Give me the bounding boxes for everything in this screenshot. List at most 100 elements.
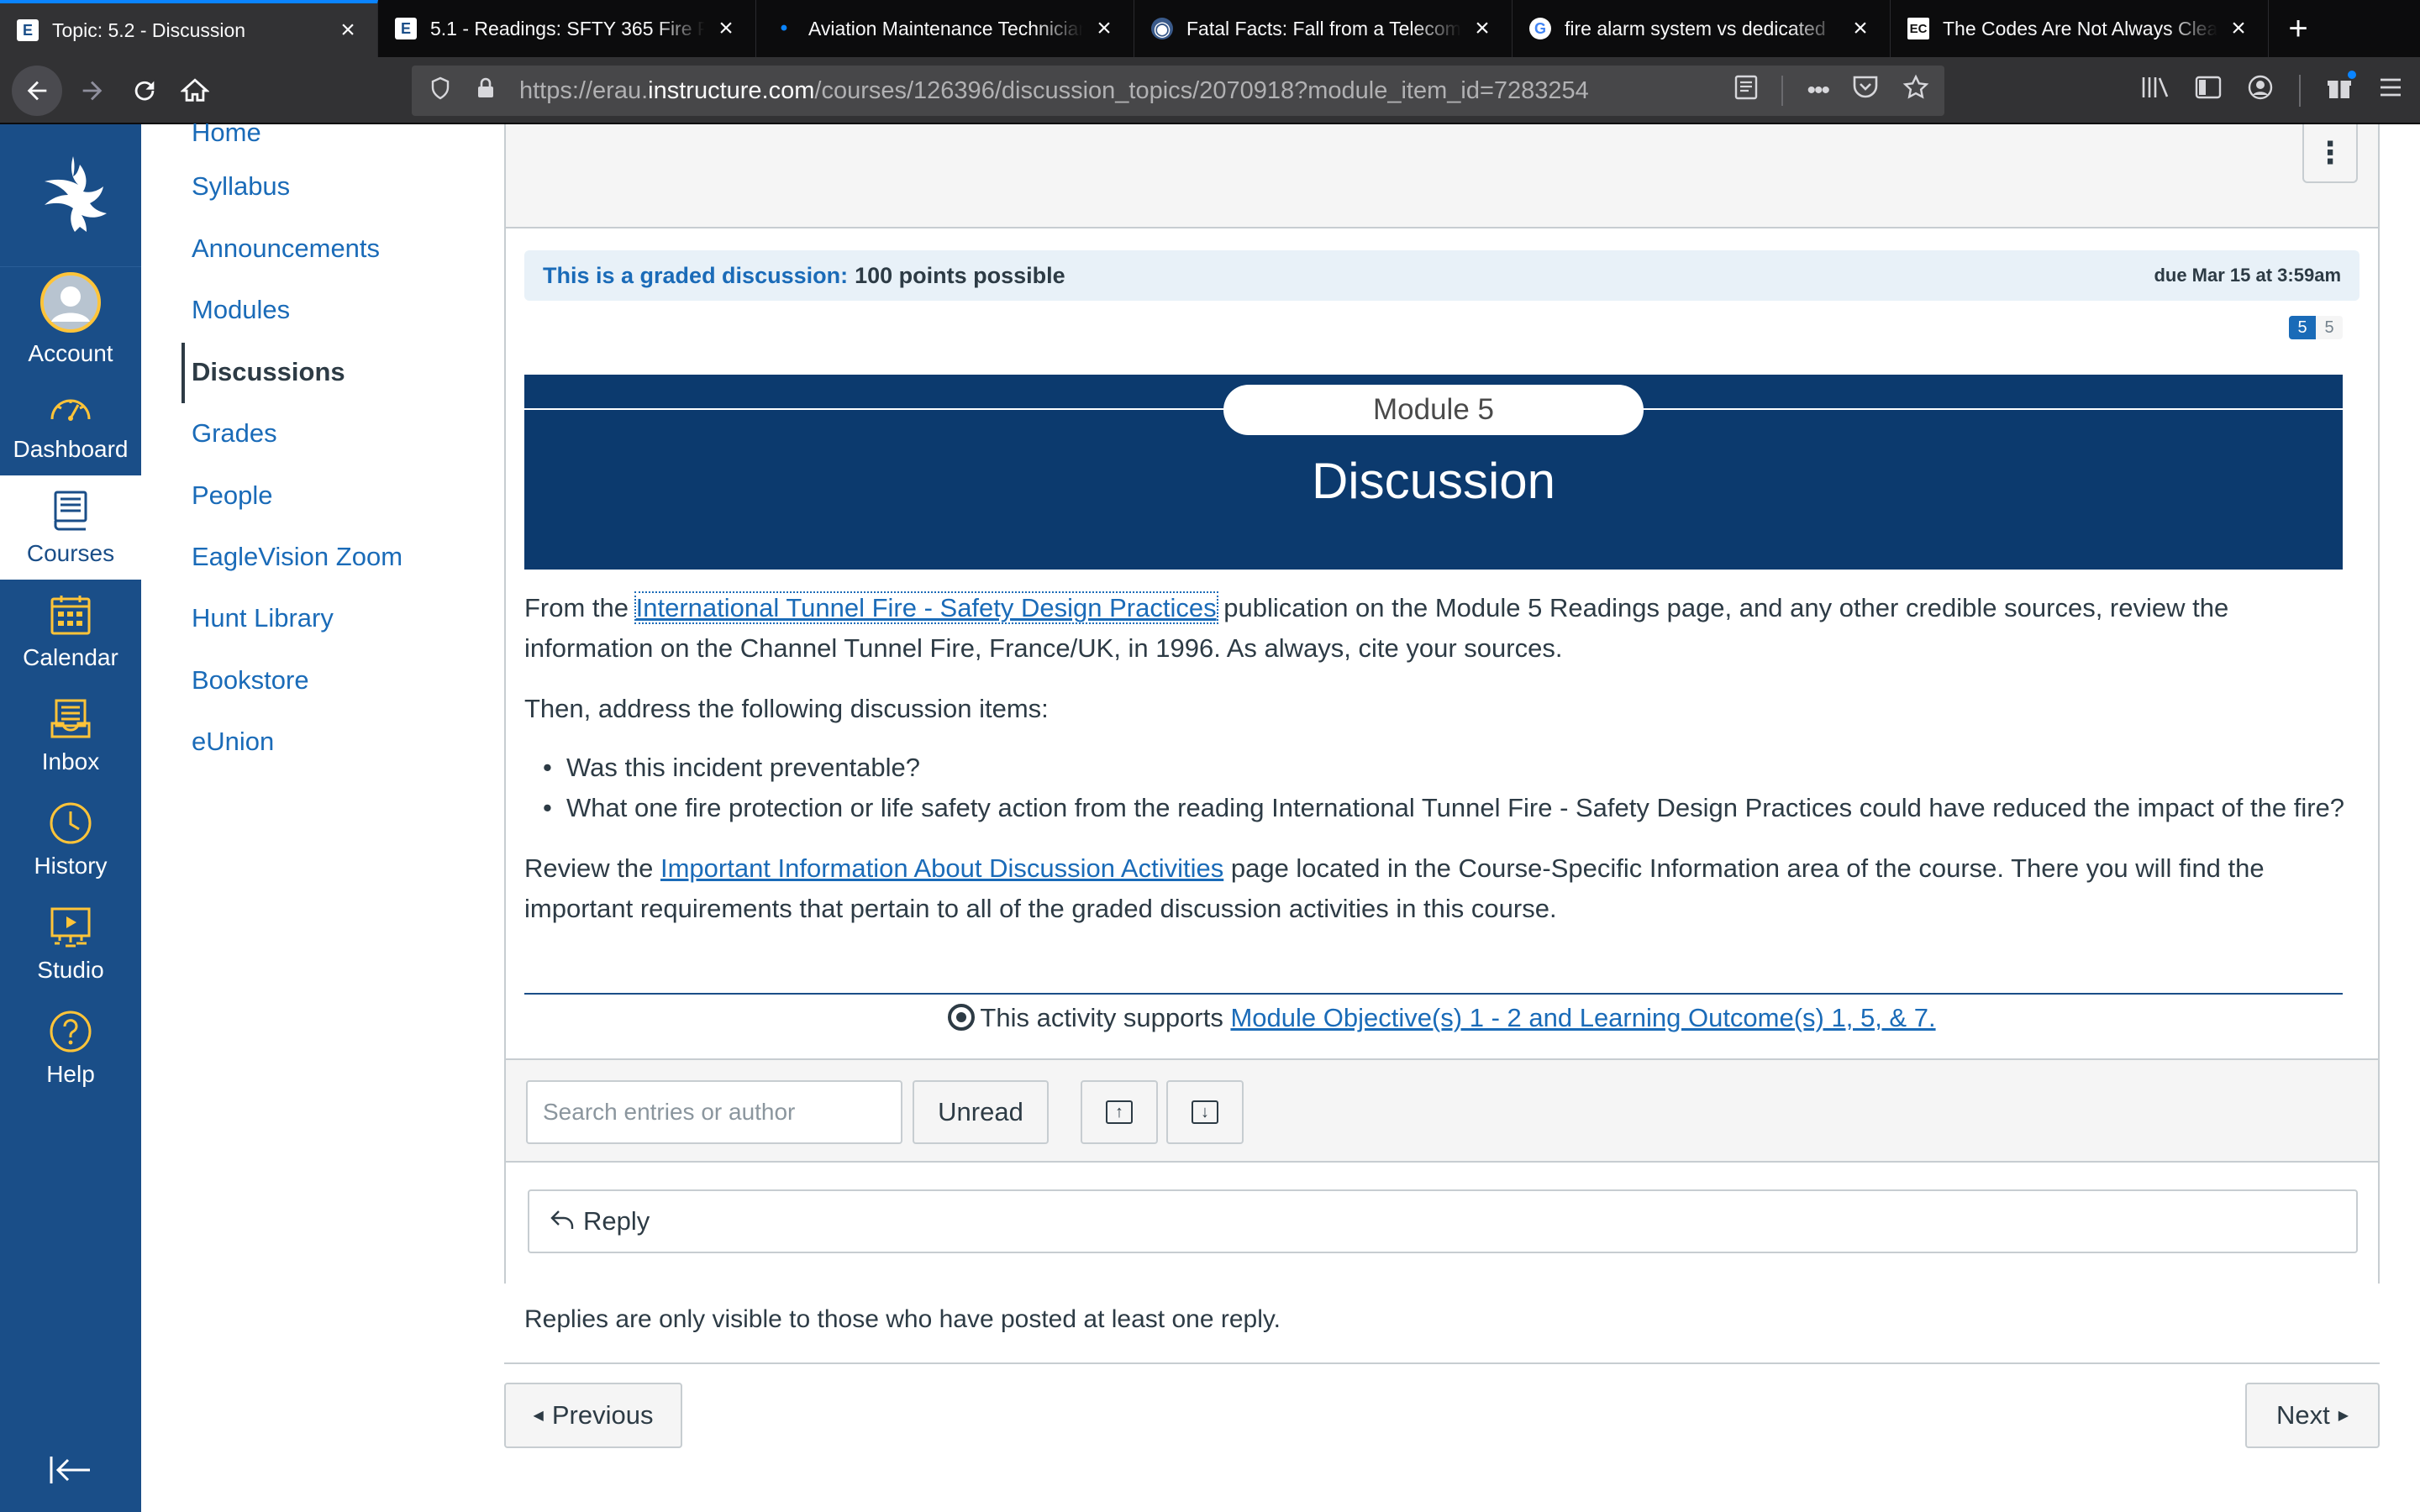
course-nav-discussions[interactable]: Discussions	[192, 357, 345, 387]
bookmark-star-icon[interactable]	[1902, 74, 1929, 108]
important-info-link[interactable]: Important Information About Discussion A…	[660, 853, 1223, 883]
page-actions-icon[interactable]: •••	[1807, 76, 1829, 105]
calendar-icon	[48, 592, 93, 638]
toolbar-divider	[2299, 75, 2301, 107]
close-tab-icon[interactable]: ×	[1470, 14, 1495, 42]
course-nav-syllabus[interactable]: Syllabus	[192, 171, 290, 202]
course-nav-modules[interactable]: Modules	[192, 295, 290, 325]
course-nav-bookstore[interactable]: Bookstore	[192, 665, 309, 696]
lock-icon[interactable]	[469, 77, 502, 105]
global-nav-history[interactable]: History	[0, 788, 141, 892]
due-date: due Mar 15 at 3:59am	[2154, 265, 2341, 286]
canvas-favicon-icon: E	[395, 18, 417, 39]
course-nav-hunt-library[interactable]: Hunt Library	[192, 603, 334, 633]
account-avatar-icon	[39, 271, 102, 333]
course-nav-home[interactable]: Home	[192, 118, 261, 148]
course-nav-eaglevision-zoom[interactable]: EagleVision Zoom	[192, 542, 402, 572]
discussion-items-list: Was this incident preventable? What one …	[543, 748, 2348, 828]
module-objectives-link[interactable]: Module Objective(s) 1 - 2 and Learning O…	[1230, 1003, 1935, 1032]
browser-nav-bar: https://erau.instructure.com/courses/126…	[0, 57, 2420, 124]
loading-dot-icon: •	[780, 17, 788, 39]
canvas-favicon-icon: E	[17, 19, 39, 41]
new-tab-icon[interactable]: +	[2269, 0, 2328, 57]
global-nav-label: Studio	[37, 957, 104, 983]
global-nav-calendar[interactable]: Calendar	[0, 580, 141, 684]
browser-tab-discussion[interactable]: E Topic: 5.2 - Discussion ×	[0, 0, 378, 57]
browser-tab-google-search[interactable]: G fire alarm system vs dedicated ×	[1512, 0, 1891, 57]
objective-support: This activity supports Module Objective(…	[506, 998, 2378, 1038]
course-navigation: Home Syllabus Announcements Modules Disc…	[141, 118, 504, 1512]
close-tab-icon[interactable]: ×	[713, 14, 739, 42]
search-entries-input[interactable]	[526, 1080, 902, 1144]
global-navigation: Account Dashboard Courses Calendar Inbox…	[0, 124, 141, 1512]
collapse-replies-button[interactable]: ↑	[1081, 1080, 1158, 1144]
previous-label: Previous	[551, 1400, 654, 1430]
extensions-gift-icon[interactable]	[2326, 71, 2356, 108]
shield-icon[interactable]	[424, 76, 457, 106]
pocket-icon[interactable]	[1852, 75, 1879, 107]
url-prefix: https://erau.	[519, 76, 649, 104]
forward-arrow-icon[interactable]	[71, 69, 114, 113]
course-nav-eunion[interactable]: eUnion	[192, 727, 274, 757]
graded-discussion-notice: This is a graded discussion: 100 points …	[524, 250, 2360, 301]
global-nav-label: Dashboard	[13, 436, 129, 462]
sidebar-toggle-icon[interactable]	[2195, 75, 2222, 107]
close-tab-icon[interactable]: ×	[335, 16, 360, 44]
unread-filter-button[interactable]: Unread	[913, 1080, 1049, 1144]
back-arrow-icon[interactable]	[12, 66, 62, 116]
reply-label: Reply	[583, 1206, 650, 1236]
global-nav-dashboard[interactable]: Dashboard	[0, 371, 141, 475]
browser-tab-readings[interactable]: E 5.1 - Readings: SFTY 365 Fire Protecti…	[378, 0, 756, 57]
browser-tab-aviation[interactable]: • Aviation Maintenance Technician ×	[756, 0, 1134, 57]
dashboard-icon	[48, 384, 93, 429]
discussion-header-area: ⋮	[506, 124, 2378, 228]
browser-tab-bar: E Topic: 5.2 - Discussion × E 5.1 - Read…	[0, 0, 2420, 57]
browser-tab-fatal-facts[interactable]: ◉ Fatal Facts: Fall from a Telecom ×	[1134, 0, 1512, 57]
global-nav-courses[interactable]: Courses	[0, 475, 141, 580]
reader-view-icon[interactable]	[1734, 75, 1758, 107]
hamburger-menu-icon[interactable]	[2378, 76, 2403, 106]
global-nav-inbox[interactable]: Inbox	[0, 684, 141, 788]
text: Review the	[524, 853, 660, 883]
course-nav-people[interactable]: People	[192, 480, 273, 511]
collapse-arrow-icon: ↑	[1106, 1100, 1133, 1124]
course-nav-announcements[interactable]: Announcements	[192, 234, 380, 264]
support-text: This activity supports	[980, 1003, 1231, 1032]
tab-title: fire alarm system vs dedicated	[1565, 17, 1826, 39]
browser-tab-codes[interactable]: EC The Codes Are Not Always Clear ×	[1891, 0, 2269, 57]
global-nav-account[interactable]: Account	[0, 267, 141, 371]
eagle-logo-icon[interactable]	[0, 124, 141, 267]
studio-icon	[48, 905, 93, 950]
url-text: https://erau.instructure.com/courses/126…	[519, 77, 1589, 105]
footer-divider	[504, 1362, 2380, 1364]
address-bar[interactable]: https://erau.instructure.com/courses/126…	[412, 66, 1944, 116]
course-nav-grades[interactable]: Grades	[192, 418, 277, 449]
reload-icon[interactable]	[123, 69, 166, 113]
list-item: Was this incident preventable?	[543, 748, 2348, 788]
reply-button[interactable]: Reply	[528, 1189, 2358, 1253]
module-banner: Module 5 Discussion	[524, 375, 2343, 570]
unread-count-pill: 5 5	[2289, 316, 2343, 339]
global-nav-help[interactable]: Help	[0, 996, 141, 1100]
points-possible: 100 points possible	[855, 262, 1065, 288]
close-tab-icon[interactable]: ×	[1848, 14, 1873, 42]
osha-favicon-icon: ◉	[1151, 18, 1173, 40]
collapse-nav-icon[interactable]	[0, 1445, 141, 1495]
close-tab-icon[interactable]: ×	[2226, 14, 2251, 42]
previous-button[interactable]: ◀ Previous	[504, 1383, 682, 1448]
close-tab-icon[interactable]: ×	[1092, 14, 1117, 42]
expand-replies-button[interactable]: ↓	[1166, 1080, 1244, 1144]
browser-toolbar-right	[2141, 57, 2420, 124]
tunnel-fire-link[interactable]: International Tunnel Fire - Safety Desig…	[634, 591, 1218, 624]
next-button[interactable]: Next ▶	[2245, 1383, 2380, 1448]
caret-left-icon: ◀	[533, 1409, 544, 1423]
global-nav-studio[interactable]: Studio	[0, 892, 141, 996]
notification-dot	[2348, 71, 2356, 79]
global-nav-label: Inbox	[41, 748, 100, 774]
list-item: What one fire protection or life safety …	[543, 788, 2348, 828]
library-icon[interactable]	[2141, 75, 2170, 107]
firefox-account-icon[interactable]	[2247, 74, 2274, 108]
home-icon[interactable]	[173, 69, 217, 113]
global-nav-label: History	[34, 853, 108, 879]
more-options-kebab-icon[interactable]: ⋮	[2302, 124, 2358, 183]
